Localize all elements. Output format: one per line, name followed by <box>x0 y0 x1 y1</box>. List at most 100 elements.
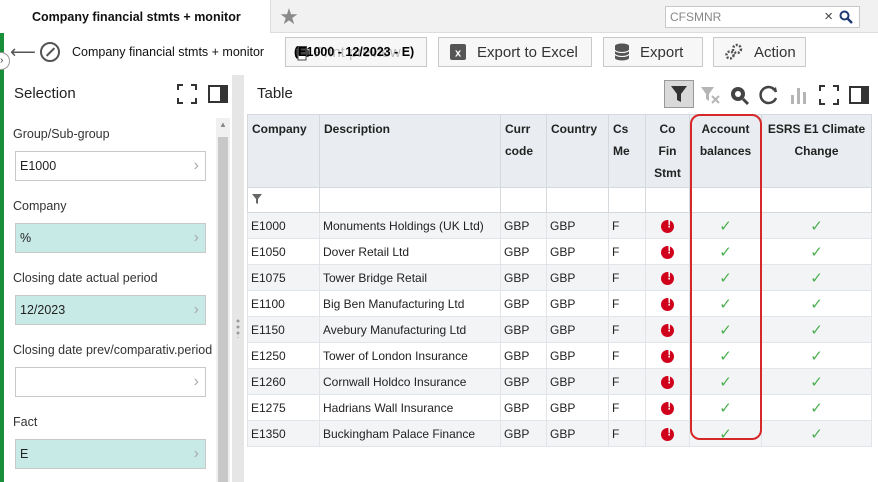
cell-cs-me[interactable]: F <box>608 264 646 291</box>
cell-country[interactable]: GBP <box>546 264 609 291</box>
cell-co-fin-stmt[interactable] <box>645 212 690 239</box>
star-icon[interactable]: ★ <box>272 0 306 33</box>
closing-date-prev-field[interactable]: › <box>15 367 206 397</box>
cell-curr-code[interactable]: GBP <box>500 316 547 343</box>
action-button[interactable]: Action <box>713 37 806 67</box>
cell-cs-me[interactable]: F <box>608 238 646 265</box>
column-header-cs-me[interactable]: Cs Me <box>608 114 646 188</box>
table-row[interactable]: E1260Cornwall Holdco InsuranceGBPGBPF✓✓ <box>247 368 872 395</box>
export-to-excel-button[interactable]: x Export to Excel <box>438 37 592 67</box>
column-header-co-fin-stmt[interactable]: Co Fin Stmt <box>645 114 690 188</box>
cell-country[interactable]: GBP <box>546 290 609 317</box>
print-preview-button[interactable]: Print preview (E1000 - 12/2023 - E) <box>285 37 427 67</box>
bar-chart-icon[interactable] <box>788 84 810 106</box>
cell-company[interactable]: E1075 <box>247 264 320 291</box>
cell-description[interactable]: Tower of London Insurance <box>319 342 501 369</box>
cell-curr-code[interactable]: GBP <box>500 394 547 421</box>
cell-country[interactable]: GBP <box>546 316 609 343</box>
cell-cs-me[interactable]: F <box>608 420 646 447</box>
expand-icon[interactable] <box>177 84 197 104</box>
cell-account-balances[interactable]: ✓ <box>689 420 762 447</box>
cell-account-balances[interactable]: ✓ <box>689 394 762 421</box>
company-field[interactable]: % › <box>15 223 206 253</box>
cell-cs-me[interactable]: F <box>608 368 646 395</box>
cell-account-balances[interactable]: ✓ <box>689 212 762 239</box>
cell-description[interactable]: Tower Bridge Retail <box>319 264 501 291</box>
column-header-company[interactable]: Company <box>247 114 320 188</box>
cell-co-fin-stmt[interactable] <box>645 420 690 447</box>
filter-cell[interactable] <box>546 187 609 213</box>
cell-curr-code[interactable]: GBP <box>500 368 547 395</box>
cell-esrs-e1[interactable]: ✓ <box>761 420 872 447</box>
filter-toggle-button[interactable] <box>664 80 694 108</box>
cell-curr-code[interactable]: GBP <box>500 290 547 317</box>
refresh-icon[interactable] <box>758 84 780 106</box>
cell-country[interactable]: GBP <box>546 238 609 265</box>
search-input[interactable] <box>670 10 810 24</box>
tab-company-financial-stmts[interactable]: Company financial stmts + monitor <box>0 0 271 33</box>
cell-description[interactable]: Big Ben Manufacturing Ltd <box>319 290 501 317</box>
cell-esrs-e1[interactable]: ✓ <box>761 264 872 291</box>
cell-account-balances[interactable]: ✓ <box>689 368 762 395</box>
table-row[interactable]: E1275Hadrians Wall InsuranceGBPGBPF✓✓ <box>247 394 872 421</box>
cell-esrs-e1[interactable]: ✓ <box>761 316 872 343</box>
cell-country[interactable]: GBP <box>546 342 609 369</box>
closing-date-field[interactable]: 12/2023 › <box>15 295 206 325</box>
cell-curr-code[interactable]: GBP <box>500 264 547 291</box>
table-row[interactable]: E1100Big Ben Manufacturing LtdGBPGBPF✓✓ <box>247 290 872 317</box>
filter-cell[interactable] <box>319 187 501 213</box>
column-header-esrs-e1[interactable]: ESRS E1 Climate Change <box>761 114 872 188</box>
cell-company[interactable]: E1350 <box>247 420 320 447</box>
cell-description[interactable]: Monuments Holdings (UK Ltd) <box>319 212 501 239</box>
cell-account-balances[interactable]: ✓ <box>689 342 762 369</box>
column-header-description[interactable]: Description <box>319 114 501 188</box>
cell-cs-me[interactable]: F <box>608 290 646 317</box>
cell-co-fin-stmt[interactable] <box>645 290 690 317</box>
column-header-curr-code[interactable]: Curr code <box>500 114 547 188</box>
export-button[interactable]: Export <box>603 37 703 67</box>
cell-account-balances[interactable]: ✓ <box>689 264 762 291</box>
cell-curr-code[interactable]: GBP <box>500 420 547 447</box>
cell-cs-me[interactable]: F <box>608 342 646 369</box>
cell-account-balances[interactable]: ✓ <box>689 238 762 265</box>
cell-company[interactable]: E1050 <box>247 238 320 265</box>
cell-company[interactable]: E1275 <box>247 394 320 421</box>
cell-esrs-e1[interactable]: ✓ <box>761 238 872 265</box>
filter-clear-icon[interactable] <box>699 84 721 106</box>
cell-country[interactable]: GBP <box>546 420 609 447</box>
column-header-country[interactable]: Country <box>546 114 609 188</box>
cell-description[interactable]: Hadrians Wall Insurance <box>319 394 501 421</box>
cell-company[interactable]: E1260 <box>247 368 320 395</box>
cell-co-fin-stmt[interactable] <box>645 394 690 421</box>
cell-co-fin-stmt[interactable] <box>645 238 690 265</box>
filter-cell[interactable] <box>500 187 547 213</box>
cell-cs-me[interactable]: F <box>608 316 646 343</box>
panel-splitter[interactable] <box>232 75 244 482</box>
cell-country[interactable]: GBP <box>546 368 609 395</box>
cell-esrs-e1[interactable]: ✓ <box>761 290 872 317</box>
cell-description[interactable]: Buckingham Palace Finance <box>319 420 501 447</box>
cell-account-balances[interactable]: ✓ <box>689 290 762 317</box>
filter-cell[interactable] <box>689 187 762 213</box>
table-row[interactable]: E1150Avebury Manufacturing LtdGBPGBPF✓✓ <box>247 316 872 343</box>
table-row[interactable]: E1000Monuments Holdings (UK Ltd)GBPGBPF✓… <box>247 212 872 239</box>
cell-country[interactable]: GBP <box>546 394 609 421</box>
filter-cell[interactable] <box>761 187 872 213</box>
cell-esrs-e1[interactable]: ✓ <box>761 368 872 395</box>
cell-description[interactable]: Avebury Manufacturing Ltd <box>319 316 501 343</box>
sidebar-icon[interactable] <box>848 84 870 106</box>
cell-company[interactable]: E1100 <box>247 290 320 317</box>
filter-cell[interactable] <box>608 187 646 213</box>
table-row[interactable]: E1050Dover Retail LtdGBPGBPF✓✓ <box>247 238 872 265</box>
cell-curr-code[interactable]: GBP <box>500 212 547 239</box>
column-header-account-balances[interactable]: Account balances <box>689 114 762 188</box>
cell-esrs-e1[interactable]: ✓ <box>761 212 872 239</box>
table-row[interactable]: E1250Tower of London InsuranceGBPGBPF✓✓ <box>247 342 872 369</box>
zoom-icon[interactable] <box>728 84 750 106</box>
cell-esrs-e1[interactable]: ✓ <box>761 342 872 369</box>
scroll-up-icon[interactable]: ▲ <box>219 120 227 129</box>
cell-co-fin-stmt[interactable] <box>645 342 690 369</box>
cell-curr-code[interactable]: GBP <box>500 342 547 369</box>
cell-cs-me[interactable]: F <box>608 212 646 239</box>
cell-company[interactable]: E1000 <box>247 212 320 239</box>
